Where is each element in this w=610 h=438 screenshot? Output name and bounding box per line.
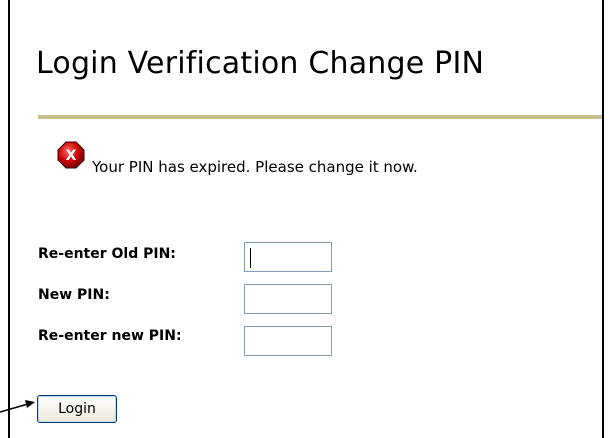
frame-right-border <box>602 0 604 438</box>
change-pin-page: Login Verification Change PIN X Your PIN… <box>0 0 610 438</box>
error-icon-glyph: X <box>66 148 77 164</box>
frame-left-border <box>8 0 10 438</box>
error-x-icon: X <box>57 141 85 169</box>
confirm-new-pin-label: Re-enter new PIN: <box>38 328 182 344</box>
login-button[interactable]: Login <box>37 395 117 423</box>
old-pin-input[interactable] <box>244 242 332 272</box>
pointer-arrow-icon <box>0 400 35 413</box>
confirm-new-pin-input[interactable] <box>244 326 332 356</box>
text-caret <box>250 248 251 268</box>
new-pin-input[interactable] <box>244 284 332 314</box>
title-divider <box>38 115 602 119</box>
new-pin-label: New PIN: <box>38 287 110 303</box>
error-message: Your PIN has expired. Please change it n… <box>92 158 418 176</box>
old-pin-label: Re-enter Old PIN: <box>38 246 176 262</box>
page-title: Login Verification Change PIN <box>36 46 485 81</box>
